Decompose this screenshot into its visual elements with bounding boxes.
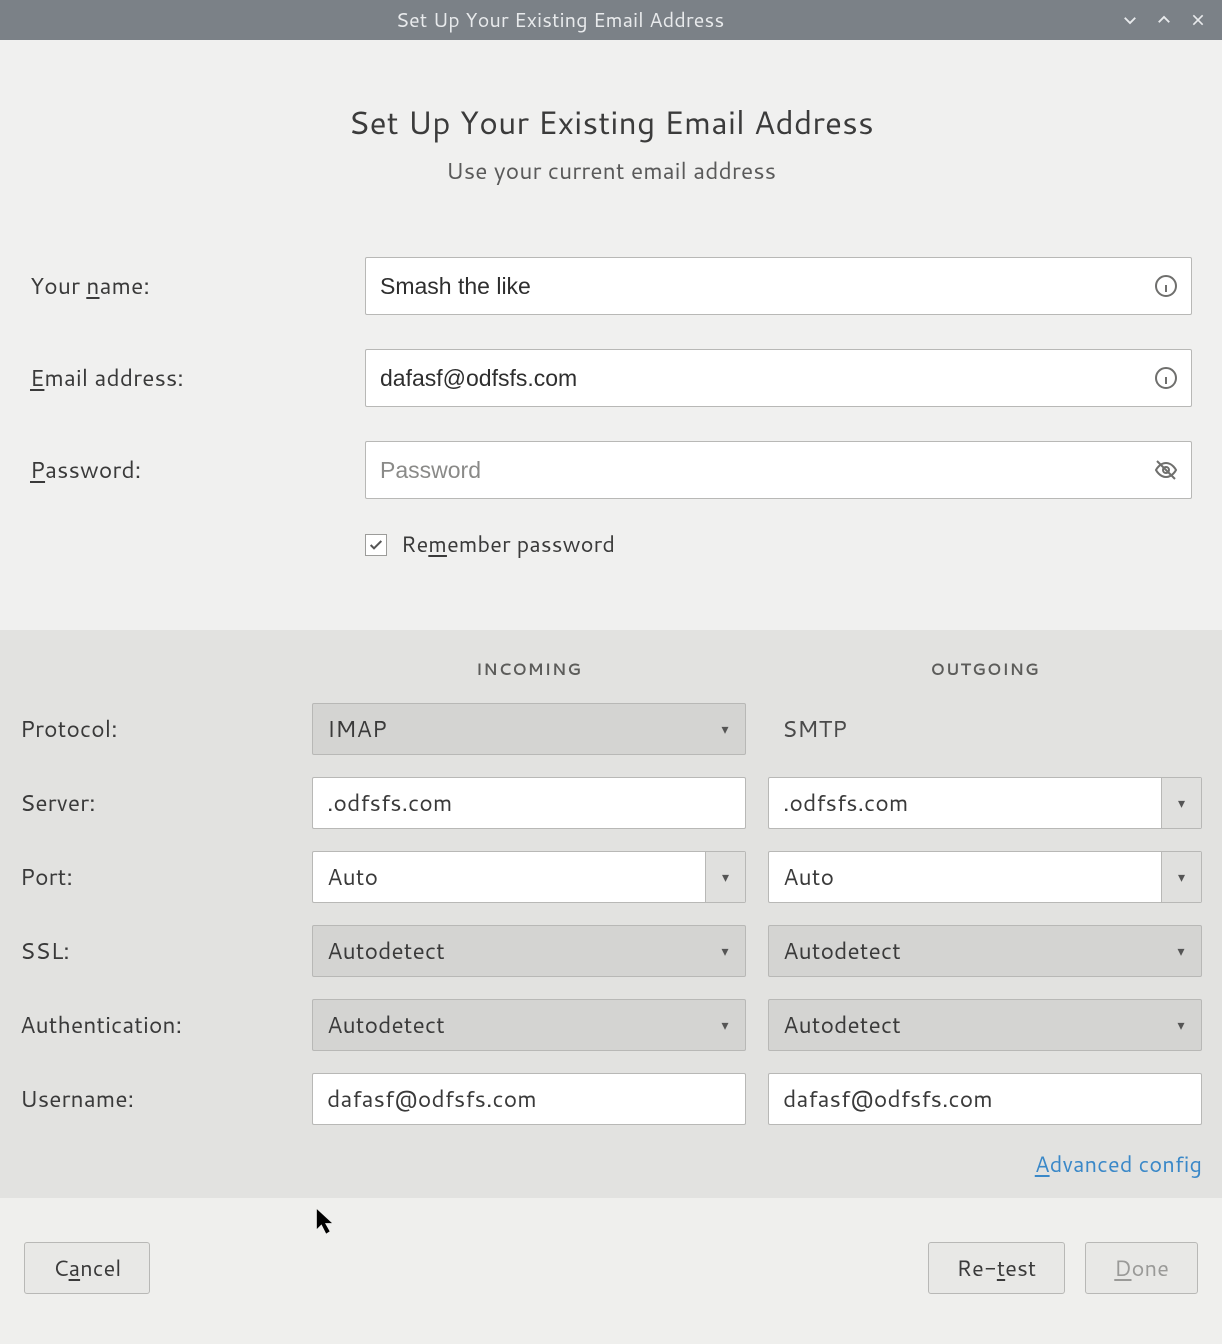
cancel-button[interactable]: Cancel [24, 1242, 150, 1294]
maximize-icon[interactable] [1150, 6, 1178, 34]
incoming-port-combo[interactable]: Auto ▾ [312, 851, 746, 903]
password-input[interactable] [365, 441, 1192, 499]
name-label: Your name: [30, 270, 365, 302]
window-title: Set Up Your Existing Email Address [10, 6, 1110, 34]
close-icon[interactable] [1184, 6, 1212, 34]
advanced-config-link[interactable]: Advanced config [1035, 1149, 1202, 1180]
username-label: Username: [20, 1083, 290, 1115]
page-subtitle: Use your current email address [30, 155, 1192, 187]
button-bar: Cancel Re-test Done [0, 1198, 1222, 1344]
retest-button[interactable]: Re-test [928, 1242, 1066, 1294]
outgoing-username-input[interactable]: dafasf@odfsfs.com [768, 1073, 1202, 1125]
minimize-icon[interactable] [1116, 6, 1144, 34]
incoming-server-input[interactable]: .odfsfs.com [312, 777, 746, 829]
incoming-ssl-select[interactable]: Autodetect ▾ [312, 925, 746, 977]
chevron-down-icon: ▾ [705, 1000, 745, 1050]
email-label: Email address: [30, 362, 365, 394]
email-input[interactable] [365, 349, 1192, 407]
checkbox-icon [365, 534, 387, 556]
outgoing-header: OUTGOING [768, 658, 1202, 681]
remember-password-label: Remember password [401, 529, 615, 560]
ssl-label: SSL: [20, 935, 290, 967]
port-label: Port: [20, 861, 290, 893]
incoming-protocol-select[interactable]: IMAP ▾ [312, 703, 746, 755]
outgoing-protocol-text: SMTP [768, 713, 1202, 745]
done-button[interactable]: Done [1085, 1242, 1198, 1294]
titlebar: Set Up Your Existing Email Address [0, 0, 1222, 40]
server-label: Server: [20, 787, 290, 819]
server-settings: INCOMING OUTGOING Protocol: IMAP ▾ SMTP … [0, 630, 1222, 1198]
chevron-down-icon: ▾ [1161, 778, 1201, 828]
page-title: Set Up Your Existing Email Address [30, 100, 1192, 145]
info-icon[interactable] [1154, 274, 1178, 298]
chevron-down-icon: ▾ [705, 926, 745, 976]
chevron-down-icon: ▾ [1161, 926, 1201, 976]
info-icon[interactable] [1154, 366, 1178, 390]
eye-off-icon[interactable] [1154, 458, 1178, 482]
outgoing-ssl-select[interactable]: Autodetect ▾ [768, 925, 1202, 977]
account-form: Set Up Your Existing Email Address Use y… [0, 40, 1222, 630]
chevron-down-icon: ▾ [1161, 852, 1201, 902]
password-label: Password: [30, 454, 365, 486]
outgoing-auth-select[interactable]: Autodetect ▾ [768, 999, 1202, 1051]
chevron-down-icon: ▾ [705, 852, 745, 902]
cursor-icon [315, 1208, 335, 1245]
chevron-down-icon: ▾ [705, 704, 745, 754]
outgoing-server-combo[interactable]: .odfsfs.com ▾ [768, 777, 1202, 829]
remember-password-checkbox[interactable]: Remember password [365, 529, 1192, 560]
chevron-down-icon: ▾ [1161, 1000, 1201, 1050]
incoming-username-input[interactable]: dafasf@odfsfs.com [312, 1073, 746, 1125]
incoming-header: INCOMING [312, 658, 746, 681]
name-input[interactable] [365, 257, 1192, 315]
auth-label: Authentication: [20, 1009, 290, 1041]
protocol-label: Protocol: [20, 713, 290, 745]
incoming-auth-select[interactable]: Autodetect ▾ [312, 999, 746, 1051]
outgoing-port-combo[interactable]: Auto ▾ [768, 851, 1202, 903]
